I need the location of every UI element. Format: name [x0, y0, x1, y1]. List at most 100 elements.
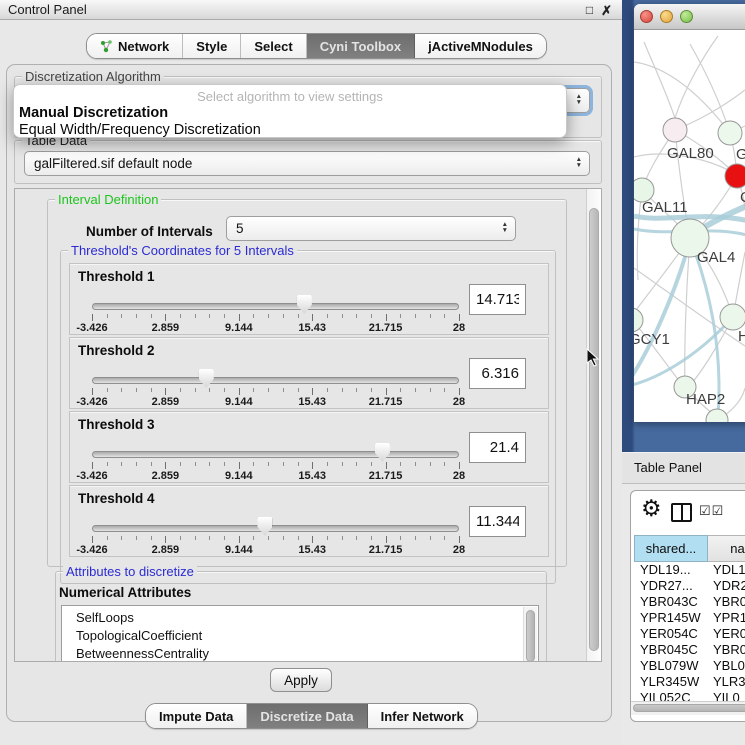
column-header-name[interactable]: na — [708, 535, 745, 562]
tab-impute-data[interactable]: Impute Data — [146, 704, 247, 728]
slider-track[interactable] — [92, 525, 459, 532]
cell-shared-name: YBR043C — [634, 594, 708, 610]
list-scrollbar-thumb[interactable] — [526, 610, 535, 662]
table-row[interactable]: YDL19...YDL1 — [634, 562, 745, 578]
table-row[interactable]: YLR345WYLR3 — [634, 674, 745, 690]
table-data-selected: galFiltered.sif default node — [34, 156, 192, 171]
slider-track[interactable] — [92, 303, 459, 310]
slider-thumb[interactable] — [297, 295, 312, 314]
tab-select[interactable]: Select — [241, 34, 306, 58]
number-of-intervals-combobox[interactable]: 5 ▲▼ — [226, 216, 516, 241]
stepper-arrows-icon: ▲▼ — [576, 94, 582, 108]
horizontal-scrollbar-thumb[interactable] — [633, 704, 745, 712]
attribute-item[interactable]: BetweennessCentrality — [62, 645, 538, 662]
vertical-scrollbar-thumb[interactable] — [589, 208, 599, 651]
threshold-box-3: Threshold 3-3.4262.8599.14415.4321.71528 — [69, 411, 549, 483]
cell-shared-name: YER054C — [634, 626, 708, 642]
network-view[interactable]: GAL80GACGAL11GAL4GCY1HHAP2 — [634, 30, 745, 422]
node-table: ⚙ ☑☑ shared...na YDL19...YDL1YDR27...YDR… — [630, 490, 745, 722]
cell-shared-name: YDL19... — [634, 562, 708, 578]
cell-name: YBR0 — [708, 594, 745, 610]
attribute-item[interactable]: TopologicalCoefficient — [62, 627, 538, 645]
network-node[interactable] — [663, 118, 687, 142]
threshold-box-4: Threshold 4-3.4262.8599.14415.4321.71528 — [69, 485, 549, 557]
apply-button[interactable]: Apply — [270, 668, 332, 692]
threshold-slider[interactable]: -3.4262.8599.14415.4321.71528 — [92, 486, 459, 556]
cell-name: YER0 — [708, 626, 745, 642]
tick-label: 28 — [453, 470, 465, 482]
tab-cyni-toolbox[interactable]: Cyni Toolbox — [307, 34, 415, 58]
table-header-row: shared...na — [634, 535, 745, 562]
select-columns-icon[interactable]: ☑☑ — [699, 503, 724, 519]
threshold-slider[interactable]: -3.4262.8599.14415.4321.71528 — [92, 338, 459, 408]
node-label: GCY1 — [634, 331, 670, 348]
network-edge[interactable] — [682, 90, 745, 127]
node-label: GA — [736, 146, 745, 163]
threshold-value-field[interactable] — [469, 506, 526, 537]
column-view-icon[interactable] — [671, 503, 692, 522]
tab-jactivemnodules[interactable]: jActiveMNodules — [415, 34, 546, 58]
slider-track[interactable] — [92, 451, 459, 458]
tick-label: 2.859 — [152, 322, 180, 334]
slider-ticks — [92, 388, 459, 396]
threshold-value-field[interactable] — [469, 432, 526, 463]
number-of-intervals-value: 5 — [236, 221, 244, 236]
tick-label: 28 — [453, 322, 465, 334]
application-root: Control Panel □ ✗ Network Style Select Cyni… — [0, 0, 745, 745]
tab-label: Cyni Toolbox — [320, 39, 401, 54]
float-window-icon[interactable]: □ — [586, 4, 593, 16]
table-row[interactable]: YBL079WYBL0 — [634, 658, 745, 674]
tab-discretize-data[interactable]: Discretize Data — [247, 704, 367, 728]
tab-label: Impute Data — [159, 709, 233, 724]
threshold-value-field[interactable] — [469, 358, 526, 389]
interval-definition-title: Interval Definition — [55, 192, 161, 207]
network-node[interactable] — [718, 121, 742, 145]
cell-shared-name: YLR345W — [634, 674, 708, 690]
tab-style[interactable]: Style — [183, 34, 241, 58]
stepper-arrows-icon: ▲▼ — [576, 157, 582, 171]
table-row[interactable]: YIL052CYIL0 — [634, 690, 745, 701]
network-node[interactable] — [725, 164, 745, 188]
network-edge[interactable] — [690, 44, 730, 133]
close-traffic-light[interactable] — [640, 10, 653, 23]
tick-label: 15.43 — [298, 470, 326, 482]
zoom-traffic-light[interactable] — [680, 10, 693, 23]
table-row[interactable]: YBR045CYBR0 — [634, 642, 745, 658]
slider-tick-labels: -3.4262.8599.14415.4321.71528 — [92, 396, 459, 408]
slider-tick-labels: -3.4262.8599.14415.4321.71528 — [92, 322, 459, 334]
dropdown-option-manual[interactable]: Manual Discretization — [19, 105, 168, 121]
table-row[interactable]: YBR043CYBR0 — [634, 594, 745, 610]
threshold-value-field[interactable] — [469, 284, 526, 315]
minimize-traffic-light[interactable] — [660, 10, 673, 23]
slider-thumb[interactable] — [199, 369, 214, 388]
network-icon — [100, 40, 113, 53]
network-edge[interactable] — [675, 36, 718, 118]
tab-network[interactable]: Network — [87, 34, 183, 58]
panel-title: Control Panel — [8, 2, 87, 17]
tick-label: 2.859 — [152, 396, 180, 408]
node-label: C — [740, 189, 745, 206]
network-node[interactable] — [634, 308, 643, 332]
dropdown-option-equal-width[interactable]: Equal Width/Frequency Discretization — [19, 122, 261, 138]
cell-name: YLR3 — [708, 674, 745, 690]
close-icon[interactable]: ✗ — [601, 4, 612, 17]
table-panel-title: Table Panel — [634, 460, 702, 475]
tab-label: Style — [196, 39, 227, 54]
slider-thumb[interactable] — [375, 443, 390, 462]
tick-label: 2.859 — [152, 470, 180, 482]
threshold-slider[interactable]: -3.4262.8599.14415.4321.71528 — [92, 412, 459, 482]
attribute-item[interactable]: SelfLoops — [62, 609, 538, 627]
column-header-shared[interactable]: shared... — [634, 535, 708, 562]
network-node[interactable] — [720, 304, 745, 330]
slider-track[interactable] — [92, 377, 459, 384]
gear-icon[interactable]: ⚙ — [641, 497, 662, 520]
tick-label: 15.43 — [298, 322, 326, 334]
table-row[interactable]: YDR27...YDR2 — [634, 578, 745, 594]
slider-thumb[interactable] — [257, 517, 272, 536]
tab-infer-network[interactable]: Infer Network — [368, 704, 477, 728]
table-row[interactable]: YPR145WYPR1 — [634, 610, 745, 626]
table-data-combobox[interactable]: galFiltered.sif default node ▲▼ — [24, 151, 590, 176]
network-edge[interactable] — [644, 42, 675, 118]
threshold-slider[interactable]: -3.4262.8599.14415.4321.71528 — [92, 264, 459, 334]
table-row[interactable]: YER054CYER0 — [634, 626, 745, 642]
